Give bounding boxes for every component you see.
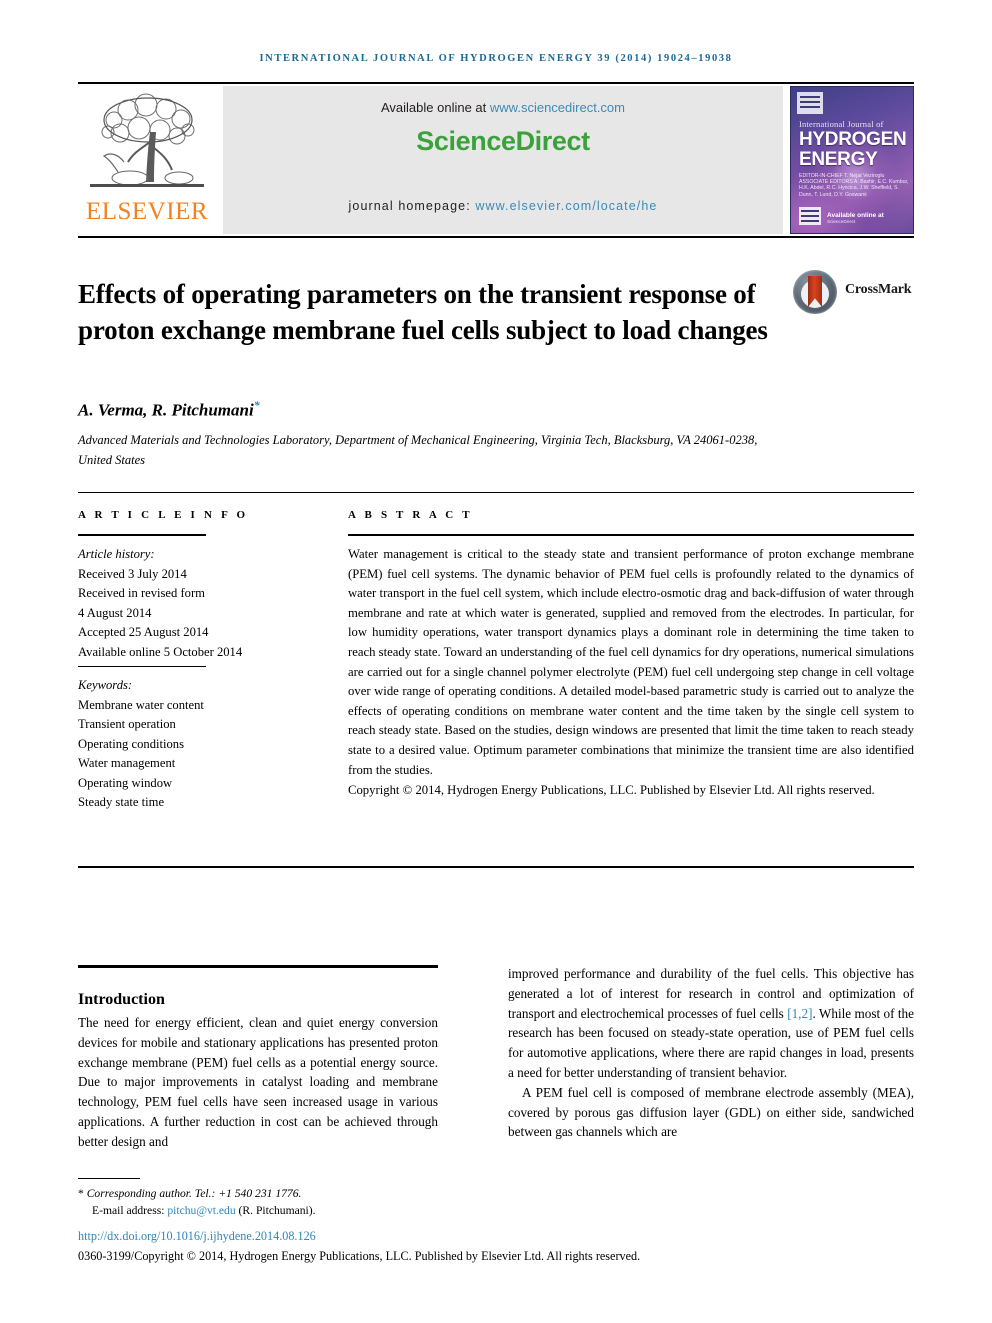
info-block-bottom-rule bbox=[78, 866, 914, 868]
keyword-item: Membrane water content bbox=[78, 697, 204, 712]
abstract-copyright: Copyright © 2014, Hydrogen Energy Public… bbox=[348, 783, 875, 798]
available-online-line: Available online at www.sciencedirect.co… bbox=[223, 100, 783, 115]
section-heading-introduction: Introduction bbox=[78, 991, 165, 1009]
author-names: A. Verma, R. Pitchumani bbox=[78, 400, 254, 420]
journal-cover-thumbnail[interactable]: International Journal of HYDROGEN ENERGY… bbox=[790, 86, 914, 234]
history-item: 4 August 2014 bbox=[78, 605, 152, 620]
article-history-label: Article history: bbox=[78, 547, 155, 561]
cover-sciencedirect-label: Available online at ScienceDirect bbox=[827, 212, 911, 224]
abstract-rule bbox=[348, 534, 914, 536]
masthead: ELSEVIER Available online at www.science… bbox=[78, 86, 914, 234]
article-history-block: Article history: Received 3 July 2014 Re… bbox=[78, 545, 298, 662]
header-rule bbox=[78, 82, 914, 84]
email-link[interactable]: pitchu@vt.edu bbox=[167, 1204, 235, 1217]
journal-homepage-prefix: journal homepage: bbox=[348, 199, 476, 213]
sciencedirect-url-link[interactable]: www.sciencedirect.com bbox=[490, 100, 625, 115]
citation-link[interactable]: [1,2] bbox=[787, 1006, 812, 1021]
article-info-rule bbox=[78, 534, 206, 536]
history-item: Available online 5 October 2014 bbox=[78, 644, 243, 659]
cover-bottom-icon bbox=[799, 207, 821, 225]
keyword-item: Transient operation bbox=[78, 717, 176, 731]
footnote-rule bbox=[78, 1178, 140, 1179]
elsevier-logo-block: ELSEVIER bbox=[78, 86, 216, 234]
corresponding-author-text: Corresponding author. Tel.: +1 540 231 1… bbox=[83, 1187, 302, 1200]
introduction-rule bbox=[78, 965, 438, 968]
keyword-item: Water management bbox=[78, 756, 176, 770]
article-info-label: A R T I C L E I N F O bbox=[78, 509, 249, 521]
crossmark-badge[interactable]: CrossMark bbox=[793, 268, 913, 318]
running-head-container: INTERNATIONAL JOURNAL OF HYDROGEN ENERGY… bbox=[78, 48, 914, 66]
cover-sd-top: Available online at bbox=[827, 212, 884, 219]
footnote-block: * Corresponding author. Tel.: +1 540 231… bbox=[78, 1186, 778, 1219]
cover-journal-prefix: International Journal of bbox=[799, 119, 884, 129]
cover-publisher-icon bbox=[797, 92, 823, 114]
email-note: E-mail address: pitchu@vt.edu (R. Pitchu… bbox=[78, 1203, 778, 1220]
abstract-label: A B S T R A C T bbox=[348, 509, 473, 521]
issn-copyright-line: 0360-3199/Copyright © 2014, Hydrogen Ene… bbox=[78, 1249, 641, 1263]
journal-homepage-link[interactable]: www.elsevier.com/locate/he bbox=[475, 199, 657, 213]
cover-title-line1: HYDROGEN bbox=[799, 129, 907, 150]
email-label: E-mail address: bbox=[92, 1203, 168, 1217]
cover-editors: EDITOR-IN-CHIEF T. Nejat Veziroglu ASSOC… bbox=[799, 173, 909, 198]
keywords-block: Keywords: Membrane water content Transie… bbox=[78, 676, 298, 813]
elsevier-tree-icon bbox=[90, 93, 204, 187]
intro-paragraph-2: improved performance and durability of t… bbox=[508, 964, 914, 1083]
crossmark-circle-icon bbox=[793, 270, 837, 314]
keyword-item: Steady state time bbox=[78, 795, 165, 809]
keywords-label: Keywords: bbox=[78, 678, 133, 692]
cover-sd-bottom: ScienceDirect bbox=[827, 219, 856, 224]
history-item: Accepted 25 August 2014 bbox=[78, 625, 209, 639]
abstract-block: Water management is critical to the stea… bbox=[348, 545, 914, 801]
author-affiliation: Advanced Materials and Technologies Labo… bbox=[78, 433, 758, 467]
email-suffix: (R. Pitchumani). bbox=[235, 1203, 316, 1217]
info-block-top-rule bbox=[78, 492, 914, 493]
running-head: INTERNATIONAL JOURNAL OF HYDROGEN ENERGY… bbox=[259, 53, 733, 64]
keyword-item: Operating window bbox=[78, 775, 173, 790]
doi-link[interactable]: http://dx.doi.org/10.1016/j.ijhydene.201… bbox=[78, 1229, 316, 1244]
abstract-body: Water management is critical to the stea… bbox=[348, 547, 914, 777]
masthead-bottom-rule bbox=[78, 236, 914, 238]
corresponding-author-marker: * bbox=[253, 398, 260, 412]
intro-paragraph-3: A PEM fuel cell is composed of membrane … bbox=[508, 1084, 914, 1140]
cover-title-line2: ENERGY bbox=[799, 149, 878, 170]
body-column-left: The need for energy efficient, clean and… bbox=[78, 1013, 438, 1152]
author-list: A. Verma, R. Pitchumani* bbox=[78, 398, 778, 421]
corresponding-author-note: * Corresponding author. Tel.: +1 540 231… bbox=[78, 1186, 778, 1203]
history-item: Received 3 July 2014 bbox=[78, 566, 187, 581]
page-title: Effects of operating parameters on the t… bbox=[78, 279, 768, 346]
crossmark-label: CrossMark bbox=[845, 282, 912, 297]
keywords-rule bbox=[78, 666, 206, 667]
history-item: Received in revised form bbox=[78, 586, 205, 600]
paper-page: INTERNATIONAL JOURNAL OF HYDROGEN ENERGY… bbox=[0, 0, 992, 1323]
body-column-right: improved performance and durability of t… bbox=[508, 964, 914, 1142]
available-online-prefix: Available online at bbox=[380, 100, 490, 115]
keyword-item: Operating conditions bbox=[78, 736, 184, 751]
sciencedirect-banner: Available online at www.sciencedirect.co… bbox=[223, 86, 783, 234]
elsevier-wordmark: ELSEVIER bbox=[85, 198, 209, 225]
intro-paragraph-1: The need for energy efficient, clean and… bbox=[78, 1015, 438, 1149]
journal-homepage-line: journal homepage: www.elsevier.com/locat… bbox=[223, 199, 783, 213]
sciencedirect-logo[interactable]: ScienceDirect bbox=[223, 126, 783, 157]
